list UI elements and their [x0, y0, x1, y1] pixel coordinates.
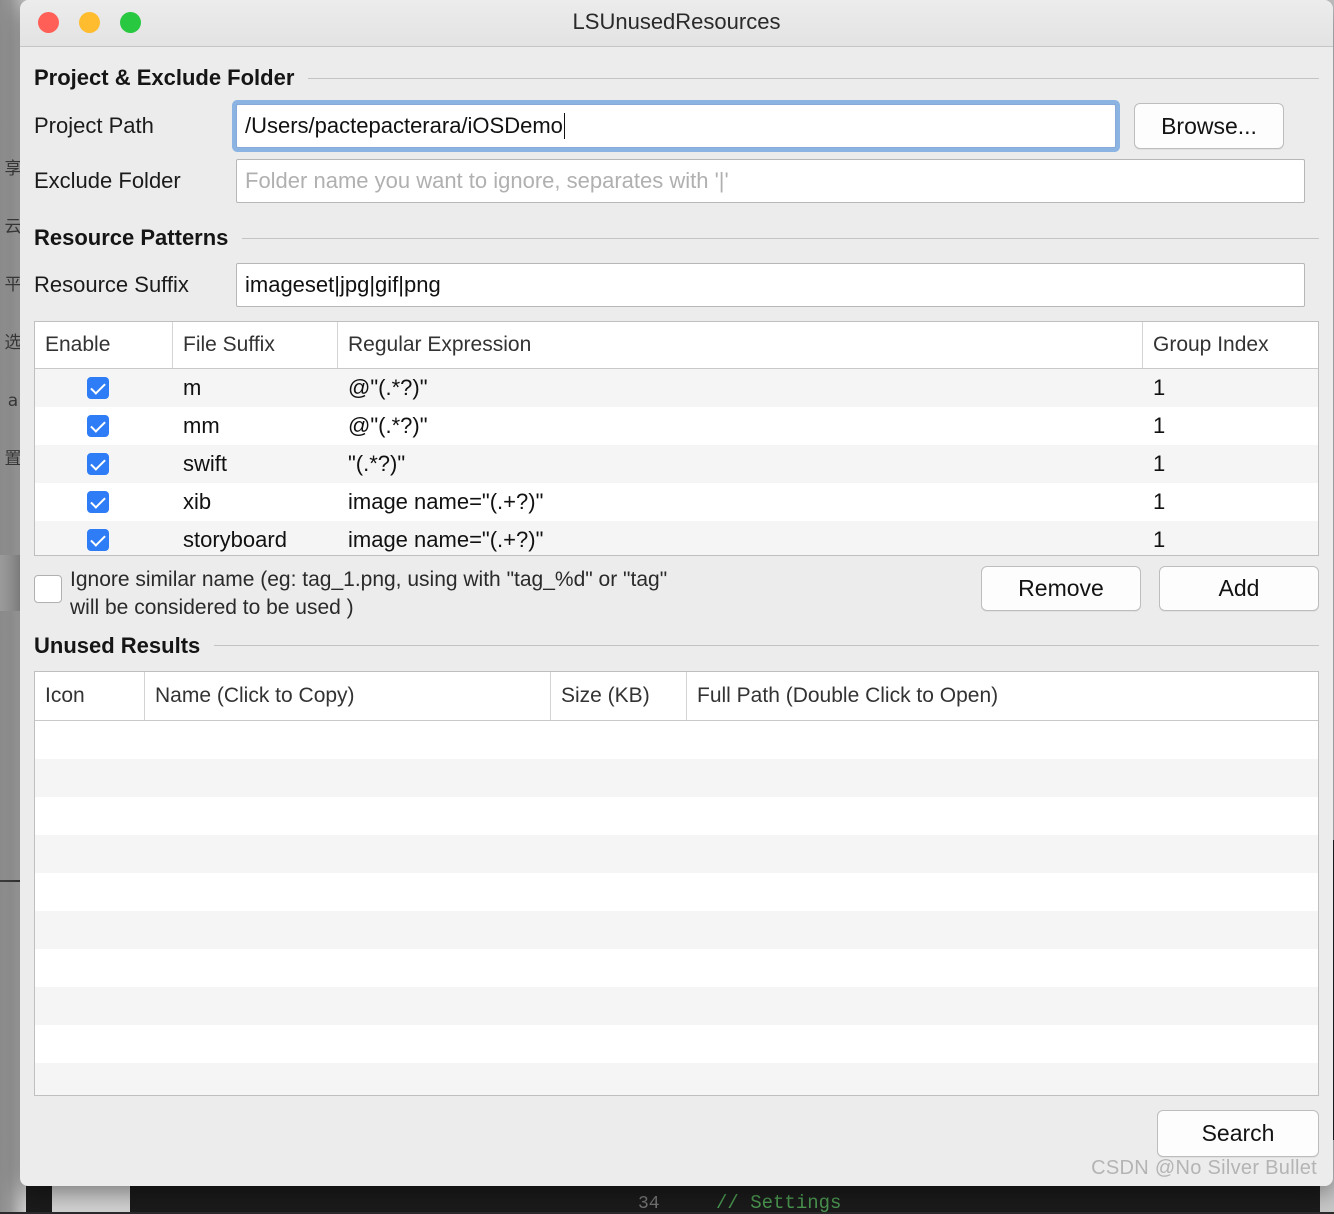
pattern-group-index-cell: 1 — [1143, 413, 1318, 439]
results-table-row[interactable] — [35, 797, 1318, 835]
pattern-enable-checkbox[interactable] — [87, 491, 109, 513]
pattern-enable-checkbox[interactable] — [87, 529, 109, 551]
results-table-row[interactable] — [35, 759, 1318, 797]
search-button[interactable]: Search — [1157, 1110, 1319, 1157]
remove-pattern-button[interactable]: Remove — [981, 566, 1141, 611]
project-path-row: Project Path /Users/pactepacterara/iOSDe… — [34, 103, 1319, 149]
patterns-table-row[interactable]: mm@"(.*?)"1 — [35, 407, 1318, 445]
pattern-regex-cell: "(.*?)" — [338, 451, 1143, 477]
pattern-enable-cell[interactable] — [35, 415, 173, 437]
pattern-file-suffix-cell: m — [173, 375, 338, 401]
project-group-heading: Project & Exclude Folder — [34, 65, 1319, 91]
pattern-enable-cell[interactable] — [35, 491, 173, 513]
patterns-table-row[interactable]: swift"(.*?)"1 — [35, 445, 1318, 483]
ignore-similar-label-line2: will be considered to be used ) — [70, 594, 971, 622]
results-table-row[interactable] — [35, 987, 1318, 1025]
pattern-regex-cell: image name="(.+?)" — [338, 527, 1143, 553]
exclude-folder-input[interactable]: Folder name you want to ignore, separate… — [236, 159, 1305, 203]
window-titlebar: LSUnusedResources — [20, 0, 1333, 47]
results-table-row[interactable] — [35, 721, 1318, 759]
results-table-row[interactable] — [35, 949, 1318, 987]
patterns-table-row[interactable]: storyboardimage name="(.+?)"1 — [35, 521, 1318, 556]
lsunusedresources-window: LSUnusedResources Project & Exclude Fold… — [20, 0, 1333, 1186]
project-group-rule — [308, 78, 1319, 79]
patterns-col-regex[interactable]: Regular Expression — [338, 322, 1143, 368]
pattern-enable-checkbox[interactable] — [87, 453, 109, 475]
pattern-group-index-cell: 1 — [1143, 527, 1318, 553]
patterns-group-rule — [242, 238, 1319, 239]
patterns-group-heading-text: Resource Patterns — [34, 225, 228, 251]
patterns-group-heading: Resource Patterns — [34, 225, 1319, 251]
add-pattern-button[interactable]: Add — [1159, 566, 1319, 611]
patterns-col-enable[interactable]: Enable — [35, 322, 173, 368]
pattern-group-index-cell: 1 — [1143, 375, 1318, 401]
pattern-enable-cell[interactable] — [35, 453, 173, 475]
results-col-full-path[interactable]: Full Path (Double Click to Open) — [687, 672, 1317, 720]
results-col-name[interactable]: Name (Click to Copy) — [145, 672, 551, 720]
project-path-input[interactable]: /Users/pactepacterara/iOSDemo — [236, 104, 1116, 148]
window-title: LSUnusedResources — [20, 9, 1333, 35]
patterns-table[interactable]: Enable File Suffix Regular Expression Gr… — [34, 321, 1319, 556]
results-group-rule — [214, 645, 1319, 646]
csdn-watermark: CSDN @No Silver Bullet — [1091, 1157, 1317, 1180]
patterns-table-row[interactable]: xibimage name="(.+?)"1 — [35, 483, 1318, 521]
ignore-similar-checkbox[interactable] — [34, 575, 62, 603]
pattern-enable-checkbox[interactable] — [87, 415, 109, 437]
text-cursor — [564, 113, 565, 139]
window-content: Project & Exclude Folder Project Path /U… — [20, 65, 1333, 1157]
exclude-folder-placeholder: Folder name you want to ignore, separate… — [245, 168, 729, 194]
patterns-table-row[interactable]: m@"(.*?)"1 — [35, 369, 1318, 407]
resource-suffix-label: Resource Suffix — [34, 272, 236, 298]
pattern-regex-cell: @"(.*?)" — [338, 413, 1143, 439]
project-group-heading-text: Project & Exclude Folder — [34, 65, 294, 91]
results-group-heading: Unused Results — [34, 633, 1319, 659]
patterns-actions-row: Ignore similar name (eg: tag_1.png, usin… — [34, 566, 1319, 623]
project-path-label: Project Path — [34, 113, 236, 139]
resource-suffix-row: Resource Suffix imageset|jpg|gif|png — [34, 263, 1319, 307]
patterns-table-header: Enable File Suffix Regular Expression Gr… — [35, 322, 1318, 369]
results-table-header: Icon Name (Click to Copy) Size (KB) Full… — [35, 672, 1318, 721]
results-table[interactable]: Icon Name (Click to Copy) Size (KB) Full… — [34, 671, 1319, 1096]
results-table-body — [35, 721, 1318, 1096]
pattern-regex-cell: image name="(.+?)" — [338, 489, 1143, 515]
results-group-heading-text: Unused Results — [34, 633, 200, 659]
resource-suffix-value: imageset|jpg|gif|png — [245, 272, 441, 298]
patterns-table-body: m@"(.*?)"1mm@"(.*?)"1swift"(.*?)"1xibima… — [35, 369, 1318, 556]
pattern-group-index-cell: 1 — [1143, 451, 1318, 477]
ignore-similar-checkbox-wrap[interactable] — [34, 566, 64, 603]
pattern-file-suffix-cell: mm — [173, 413, 338, 439]
background-sidebar-divider — [0, 880, 22, 882]
results-table-row[interactable] — [35, 1063, 1318, 1096]
results-table-row[interactable] — [35, 835, 1318, 873]
pattern-group-index-cell: 1 — [1143, 489, 1318, 515]
patterns-col-file-suffix[interactable]: File Suffix — [173, 322, 338, 368]
pattern-file-suffix-cell: xib — [173, 489, 338, 515]
ignore-similar-label-line1: Ignore similar name (eg: tag_1.png, usin… — [70, 566, 971, 594]
background-code-comment: // Settings — [716, 1192, 841, 1214]
ignore-similar-label: Ignore similar name (eg: tag_1.png, usin… — [64, 566, 971, 623]
footer-row: Search — [34, 1110, 1319, 1157]
background-code-line-number: 34 — [638, 1194, 660, 1214]
results-col-icon[interactable]: Icon — [35, 672, 145, 720]
pattern-regex-cell: @"(.*?)" — [338, 375, 1143, 401]
project-path-value: /Users/pactepacterara/iOSDemo — [245, 113, 563, 139]
pattern-enable-cell[interactable] — [35, 529, 173, 551]
results-table-row[interactable] — [35, 873, 1318, 911]
patterns-col-group-index[interactable]: Group Index — [1143, 322, 1318, 368]
exclude-folder-label: Exclude Folder — [34, 168, 236, 194]
results-table-row[interactable] — [35, 911, 1318, 949]
exclude-folder-row: Exclude Folder Folder name you want to i… — [34, 159, 1319, 203]
results-col-size[interactable]: Size (KB) — [551, 672, 687, 720]
pattern-enable-checkbox[interactable] — [87, 377, 109, 399]
pattern-file-suffix-cell: storyboard — [173, 527, 338, 553]
pattern-enable-cell[interactable] — [35, 377, 173, 399]
browse-button[interactable]: Browse... — [1134, 103, 1284, 149]
results-table-row[interactable] — [35, 1025, 1318, 1063]
pattern-file-suffix-cell: swift — [173, 451, 338, 477]
resource-suffix-input[interactable]: imageset|jpg|gif|png — [236, 263, 1305, 307]
